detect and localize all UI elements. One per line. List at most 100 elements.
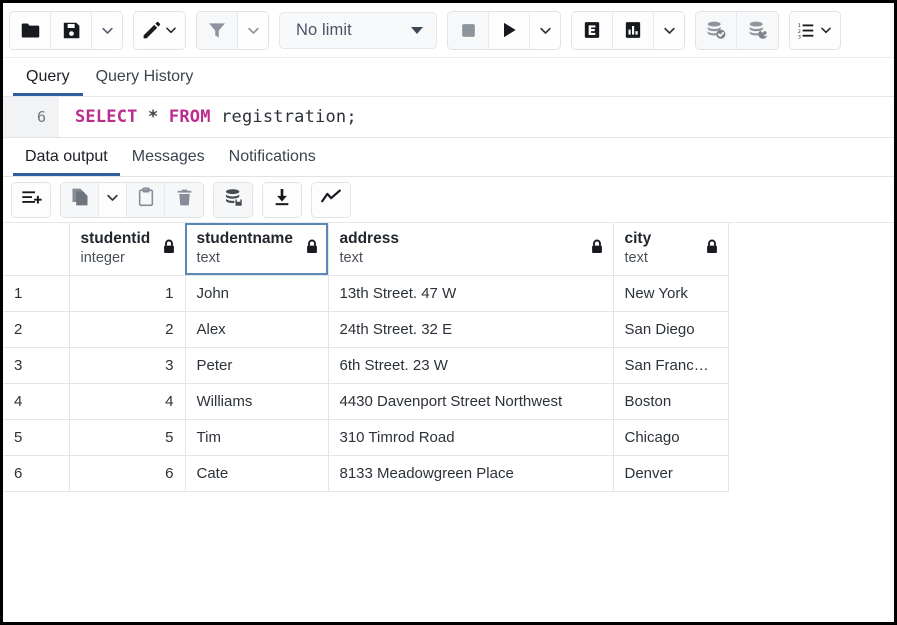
filter-dropdown-button[interactable] — [238, 12, 268, 49]
tab-notifications[interactable]: Notifications — [217, 144, 328, 176]
data-grid-container: studentid integer studentname — [3, 223, 894, 622]
add-row-button[interactable] — [12, 183, 50, 217]
execute-group — [447, 11, 561, 50]
row-number: 2 — [3, 311, 69, 347]
filter-button[interactable] — [197, 12, 238, 49]
stop-square-icon — [459, 21, 478, 40]
clipboard-group — [60, 182, 204, 218]
cell-studentid[interactable]: 4 — [69, 383, 185, 419]
cell-studentid[interactable]: 6 — [69, 455, 185, 491]
table-row[interactable]: 5 5 Tim 310 Timrod Road Chicago — [3, 419, 728, 455]
copy-dropdown-button[interactable] — [99, 183, 127, 217]
chevron-down-icon — [538, 23, 553, 38]
cell-studentid[interactable]: 1 — [69, 275, 185, 311]
macros-button[interactable]: 123 — [790, 12, 840, 49]
tab-query[interactable]: Query — [13, 64, 83, 96]
cell-address[interactable]: 310 Timrod Road — [328, 419, 613, 455]
svg-text:1: 1 — [798, 23, 801, 29]
tab-messages[interactable]: Messages — [120, 144, 217, 176]
cell-city[interactable]: New York — [613, 275, 728, 311]
chevron-down-icon — [164, 23, 178, 37]
paste-button[interactable] — [127, 183, 165, 217]
save-dropdown-button[interactable] — [92, 12, 122, 49]
cell-address[interactable]: 13th Street. 47 W — [328, 275, 613, 311]
column-header-city[interactable]: city text — [613, 223, 728, 275]
cell-address[interactable]: 8133 Meadowgreen Place — [328, 455, 613, 491]
save-data-group — [213, 182, 253, 218]
save-file-button[interactable] — [51, 12, 92, 49]
explain-button[interactable] — [572, 12, 613, 49]
column-header-studentname[interactable]: studentname text — [185, 223, 328, 275]
funnel-icon — [207, 20, 227, 40]
execute-dropdown-button[interactable] — [530, 12, 560, 49]
select-all-corner[interactable] — [3, 223, 69, 275]
graph-visualiser-button[interactable] — [312, 183, 350, 217]
cell-address[interactable]: 24th Street. 32 E — [328, 311, 613, 347]
chevron-down-icon — [105, 190, 120, 210]
cell-studentname[interactable]: Alex — [185, 311, 328, 347]
column-header-studentid[interactable]: studentid integer — [69, 223, 185, 275]
table-row[interactable]: 6 6 Cate 8133 Meadowgreen Place Denver — [3, 455, 728, 491]
cell-city[interactable]: San Franc… — [613, 347, 728, 383]
cell-city[interactable]: San Diego — [613, 311, 728, 347]
tab-data-output-label: Data output — [25, 148, 108, 165]
triangle-down-icon — [411, 27, 423, 34]
query-tab-bar: Query Query History — [3, 58, 894, 97]
row-number: 1 — [3, 275, 69, 311]
sql-keyword-select: SELECT — [75, 107, 138, 127]
sql-code-line[interactable]: SELECT * FROM registration; — [59, 97, 894, 137]
download-csv-button[interactable] — [263, 183, 301, 217]
column-type: integer — [81, 249, 151, 268]
pencil-icon — [141, 20, 162, 41]
row-number: 6 — [3, 455, 69, 491]
delete-row-button[interactable] — [165, 183, 203, 217]
open-file-button[interactable] — [10, 12, 51, 49]
explain-dropdown-button[interactable] — [654, 12, 684, 49]
explain-e-icon — [582, 20, 602, 40]
edit-button[interactable] — [134, 12, 185, 49]
tab-query-history[interactable]: Query History — [83, 64, 207, 96]
chevron-down-icon — [662, 23, 677, 38]
stop-query-button[interactable] — [448, 12, 489, 49]
commit-button[interactable] — [696, 12, 737, 49]
output-tab-bar: Data output Messages Notifications — [3, 138, 894, 177]
cell-studentname[interactable]: Williams — [185, 383, 328, 419]
cell-address[interactable]: 4430 Davenport Street Northwest — [328, 383, 613, 419]
cell-address[interactable]: 6th Street. 23 W — [328, 347, 613, 383]
cell-city[interactable]: Denver — [613, 455, 728, 491]
chevron-down-icon — [819, 23, 833, 37]
download-group — [262, 182, 302, 218]
cell-studentname[interactable]: Peter — [185, 347, 328, 383]
cell-studentname[interactable]: Cate — [185, 455, 328, 491]
sql-editor[interactable]: 6 SELECT * FROM registration; — [3, 97, 894, 138]
play-icon — [499, 20, 519, 40]
table-header-row: studentid integer studentname — [3, 223, 728, 275]
tab-query-history-label: Query History — [96, 68, 194, 85]
application-window: No limit — [0, 0, 897, 625]
lock-icon — [162, 239, 176, 259]
cell-studentid[interactable]: 3 — [69, 347, 185, 383]
execute-query-button[interactable] — [489, 12, 530, 49]
copy-button[interactable] — [61, 183, 99, 217]
table-row[interactable]: 4 4 Williams 4430 Davenport Street North… — [3, 383, 728, 419]
table-row[interactable]: 3 3 Peter 6th Street. 23 W San Franc… — [3, 347, 728, 383]
column-header-address[interactable]: address text — [328, 223, 613, 275]
add-row-group — [11, 182, 51, 218]
rollback-button[interactable] — [737, 12, 778, 49]
tab-data-output[interactable]: Data output — [13, 144, 120, 176]
column-name: city — [625, 229, 652, 250]
cell-studentname[interactable]: Tim — [185, 419, 328, 455]
copy-icon — [70, 187, 90, 212]
column-type: text — [340, 249, 399, 268]
cell-studentname[interactable]: John — [185, 275, 328, 311]
explain-analyze-button[interactable] — [613, 12, 654, 49]
cell-city[interactable]: Chicago — [613, 419, 728, 455]
explain-group — [571, 11, 685, 50]
row-limit-select[interactable]: No limit — [279, 12, 437, 49]
save-data-changes-button[interactable] — [214, 183, 252, 217]
cell-city[interactable]: Boston — [613, 383, 728, 419]
table-row[interactable]: 2 2 Alex 24th Street. 32 E San Diego — [3, 311, 728, 347]
cell-studentid[interactable]: 2 — [69, 311, 185, 347]
cell-studentid[interactable]: 5 — [69, 419, 185, 455]
table-row[interactable]: 1 1 John 13th Street. 47 W New York — [3, 275, 728, 311]
